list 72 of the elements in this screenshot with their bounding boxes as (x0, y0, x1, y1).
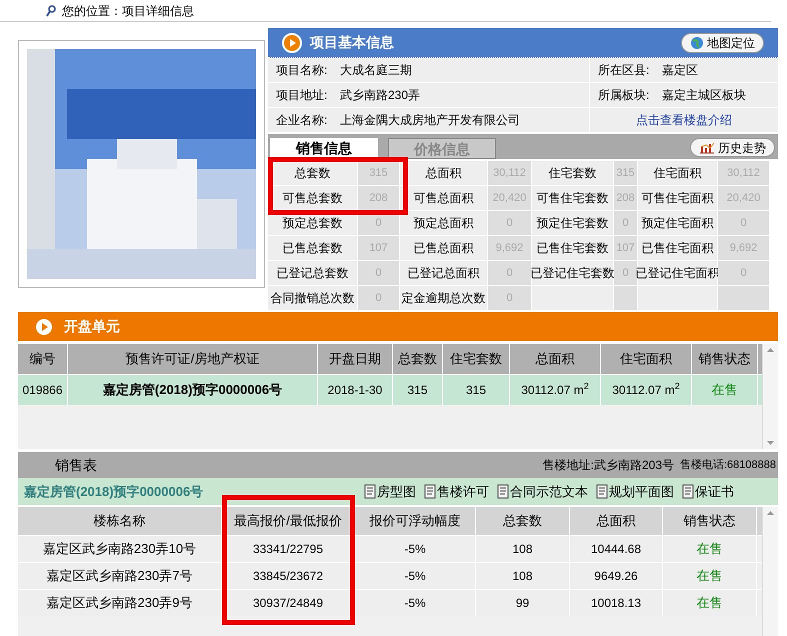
document-link[interactable]: 售楼许可 (424, 482, 489, 502)
table-cell: 30937/24849 (222, 590, 355, 616)
document-link[interactable]: 保证书 (682, 482, 734, 502)
sales-address: 售楼地址:武乡南路203号 (542, 457, 674, 474)
permit-number: 嘉定房管(2018)预字0000006号 (24, 482, 204, 501)
document-icon (682, 484, 694, 499)
document-link[interactable]: 合同示范文本 (497, 482, 588, 502)
section-title: 项目基本信息 (310, 33, 394, 52)
scroll-up-icon[interactable] (767, 348, 774, 352)
document-icon (364, 484, 376, 499)
field-value: 上海金隅大成房地产开发有限公司 (340, 108, 590, 132)
field-label: 所在区县: (597, 62, 650, 79)
table-cell: -5% (355, 590, 476, 616)
stat-label: 已登记总面积 (400, 261, 488, 286)
scroll-up-icon[interactable] (767, 511, 774, 515)
sales-phone: 售楼电话:68108888 (680, 458, 776, 473)
table-cell: 嘉定房管(2018)预字0000006号 (68, 375, 318, 405)
stat-label: 住宅面积 (638, 161, 718, 186)
table-cell: 在售 (692, 375, 758, 405)
stat-label: 已售住宅面积 (638, 236, 718, 261)
stat-label: 总面积 (400, 161, 488, 186)
field-label: 项目地址: (275, 87, 328, 104)
play-icon (34, 316, 54, 336)
map-button[interactable]: 地图定位 (681, 32, 764, 52)
table-cell: 99 (476, 590, 570, 616)
stat-label: 可售总面积 (400, 186, 488, 211)
table-cell: 嘉定区武乡南路230弄9号 (18, 590, 222, 616)
table-cell: 315 (393, 375, 443, 405)
table-cell: 019866 (18, 375, 68, 405)
table-cell: 30112.07 m$^{2}$ (510, 375, 601, 405)
table-cell: 在售 (663, 590, 757, 616)
document-link[interactable]: 规划平面图 (596, 482, 674, 502)
document-icon (497, 484, 509, 499)
field-label: 企业名称: (275, 112, 328, 129)
field-value: 嘉定主城区板块 (662, 87, 747, 104)
stat-label: 已登记总套数 (268, 261, 358, 286)
stat-label: 可售住宅面积 (638, 186, 718, 211)
field-value: 大成名庭三期 (340, 58, 590, 82)
scrollbar[interactable] (762, 344, 778, 449)
document-link[interactable]: 房型图 (364, 482, 416, 502)
table-cell: 2018-1-30 (318, 375, 393, 405)
field-value: 武乡南路230弄 (340, 83, 590, 107)
field-label: 项目名称: (275, 62, 328, 79)
field-label: 所属板块: (597, 87, 650, 104)
stat-label: 已登记住宅套数 (532, 261, 614, 286)
scrollbar[interactable] (762, 507, 778, 636)
stat-label: 已售总套数 (268, 236, 358, 261)
stat-label: 合同撤销总次数 (268, 286, 358, 311)
field-value: 嘉定区 (662, 62, 699, 79)
stat-label: 预定住宅套数 (532, 211, 614, 236)
stat-label: 定金逾期总次数 (400, 286, 488, 311)
document-icon (424, 484, 436, 499)
scroll-down-icon[interactable] (767, 441, 774, 445)
stat-label: 已售总面积 (400, 236, 488, 261)
bar-chart-icon (699, 142, 715, 154)
table-cell: 30112.07 m$^{2}$ (601, 375, 692, 405)
stat-label: 预定住宅面积 (638, 211, 718, 236)
history-button[interactable]: 历史走势 (690, 138, 775, 157)
tab[interactable]: 销售信息 (270, 138, 378, 159)
stat-label: 可售住宅套数 (532, 186, 614, 211)
intro-link[interactable]: 点击查看楼盘介绍 (590, 108, 778, 132)
breadcrumb-text: 您的位置：项目详细信息 (62, 2, 194, 20)
play-icon (282, 32, 302, 52)
stat-label: 预定总面积 (400, 211, 488, 236)
stat-label: 住宅套数 (532, 161, 614, 186)
section-title: 开盘单元 (64, 317, 120, 336)
section-title: 销售表 (55, 456, 97, 474)
table-cell: 315 (443, 375, 510, 405)
table-cell: 10018.13 (570, 590, 663, 616)
stat-label: 已售住宅套数 (532, 236, 614, 261)
globe-icon (690, 36, 704, 50)
document-icon (596, 484, 608, 499)
